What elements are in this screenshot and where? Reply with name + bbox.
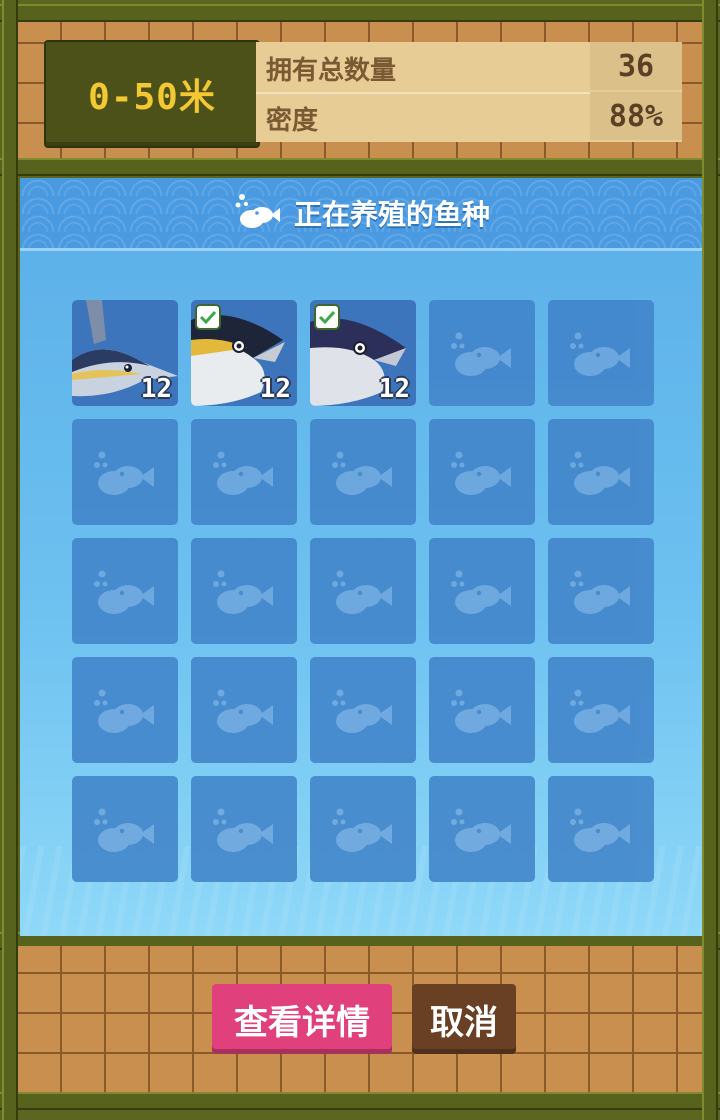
fish-placeholder-icon [213, 808, 273, 852]
frame-post [702, 0, 718, 1120]
empty-slot[interactable] [548, 538, 654, 644]
empty-slot[interactable] [548, 419, 654, 525]
stat-label: 拥有总数量 [266, 56, 397, 86]
empty-slot[interactable] [310, 419, 416, 525]
depth-range-badge: 0-50米 [44, 40, 260, 148]
empty-slot[interactable] [548, 776, 654, 882]
empty-slot[interactable] [72, 538, 178, 644]
view-details-button[interactable]: 查看详情 [212, 984, 392, 1054]
empty-slot[interactable] [310, 776, 416, 882]
empty-slot[interactable] [429, 300, 535, 406]
stat-value: 36 [617, 48, 655, 84]
empty-slot[interactable] [429, 419, 535, 525]
empty-slot[interactable] [310, 657, 416, 763]
frame-rail [0, 1092, 720, 1110]
fish-placeholder-icon [213, 451, 273, 495]
selected-check-icon [316, 306, 338, 328]
fish-placeholder-icon [451, 808, 511, 852]
stat-value: 88% [608, 98, 664, 134]
fish-placeholder-icon [94, 451, 154, 495]
empty-slot[interactable] [548, 657, 654, 763]
panel-title: 正在养殖的鱼种 [293, 198, 490, 231]
fish-slot-grid: 12 12 12 [72, 300, 656, 884]
empty-slot[interactable] [72, 419, 178, 525]
empty-slot[interactable] [429, 776, 535, 882]
fish-placeholder-icon [451, 570, 511, 614]
fish-placeholder-icon [94, 808, 154, 852]
fish-placeholder-icon [332, 689, 392, 733]
fish-placeholder-icon [94, 570, 154, 614]
fish-placeholder-icon [570, 808, 630, 852]
stat-row-density: 密度 88% [256, 92, 682, 142]
empty-slot[interactable] [191, 419, 297, 525]
fish-placeholder-icon [213, 689, 273, 733]
panel-banner: 正在养殖的鱼种 [20, 178, 702, 251]
empty-slot[interactable] [548, 300, 654, 406]
fish-placeholder-icon [451, 332, 511, 376]
fish-placeholder-icon [570, 689, 630, 733]
empty-slot[interactable] [72, 776, 178, 882]
empty-slot[interactable] [72, 657, 178, 763]
fish-placeholder-icon [451, 451, 511, 495]
fish-placeholder-icon [451, 689, 511, 733]
frame-rail [0, 158, 720, 176]
fish-bubbles-icon [232, 191, 282, 235]
frame-post [2, 0, 18, 1120]
fish-placeholder-icon [213, 570, 273, 614]
dialog-frame: 0-50米 拥有总数量 36 密度 88% 正在养殖的鱼种 12 12 12 查… [0, 0, 720, 1120]
fish-slot-bluefin-tuna[interactable]: 12 [310, 300, 416, 406]
cancel-button[interactable]: 取消 [412, 984, 516, 1054]
fish-placeholder-icon [332, 808, 392, 852]
fish-placeholder-icon [570, 451, 630, 495]
stat-row-total: 拥有总数量 36 [256, 42, 682, 94]
empty-slot[interactable] [429, 657, 535, 763]
fish-placeholder-icon [94, 689, 154, 733]
stats-table: 拥有总数量 36 密度 88% [256, 42, 682, 142]
fish-placeholder-icon [570, 332, 630, 376]
empty-slot[interactable] [191, 538, 297, 644]
fish-placeholder-icon [332, 570, 392, 614]
fish-slot-yellowfin-tuna[interactable]: 12 [191, 300, 297, 406]
fish-count: 12 [140, 374, 172, 404]
fish-placeholder-icon [570, 570, 630, 614]
empty-slot[interactable] [429, 538, 535, 644]
empty-slot[interactable] [310, 538, 416, 644]
fish-count: 12 [259, 374, 291, 404]
empty-slot[interactable] [191, 657, 297, 763]
frame-rail [0, 4, 720, 22]
stat-label: 密度 [266, 106, 319, 136]
fish-placeholder-icon [332, 451, 392, 495]
selected-check-icon [197, 306, 219, 328]
depth-range-label: 0-50米 [88, 77, 216, 118]
fish-slot-swordfish[interactable]: 12 [72, 300, 178, 406]
fish-count: 12 [378, 374, 410, 404]
empty-slot[interactable] [191, 776, 297, 882]
